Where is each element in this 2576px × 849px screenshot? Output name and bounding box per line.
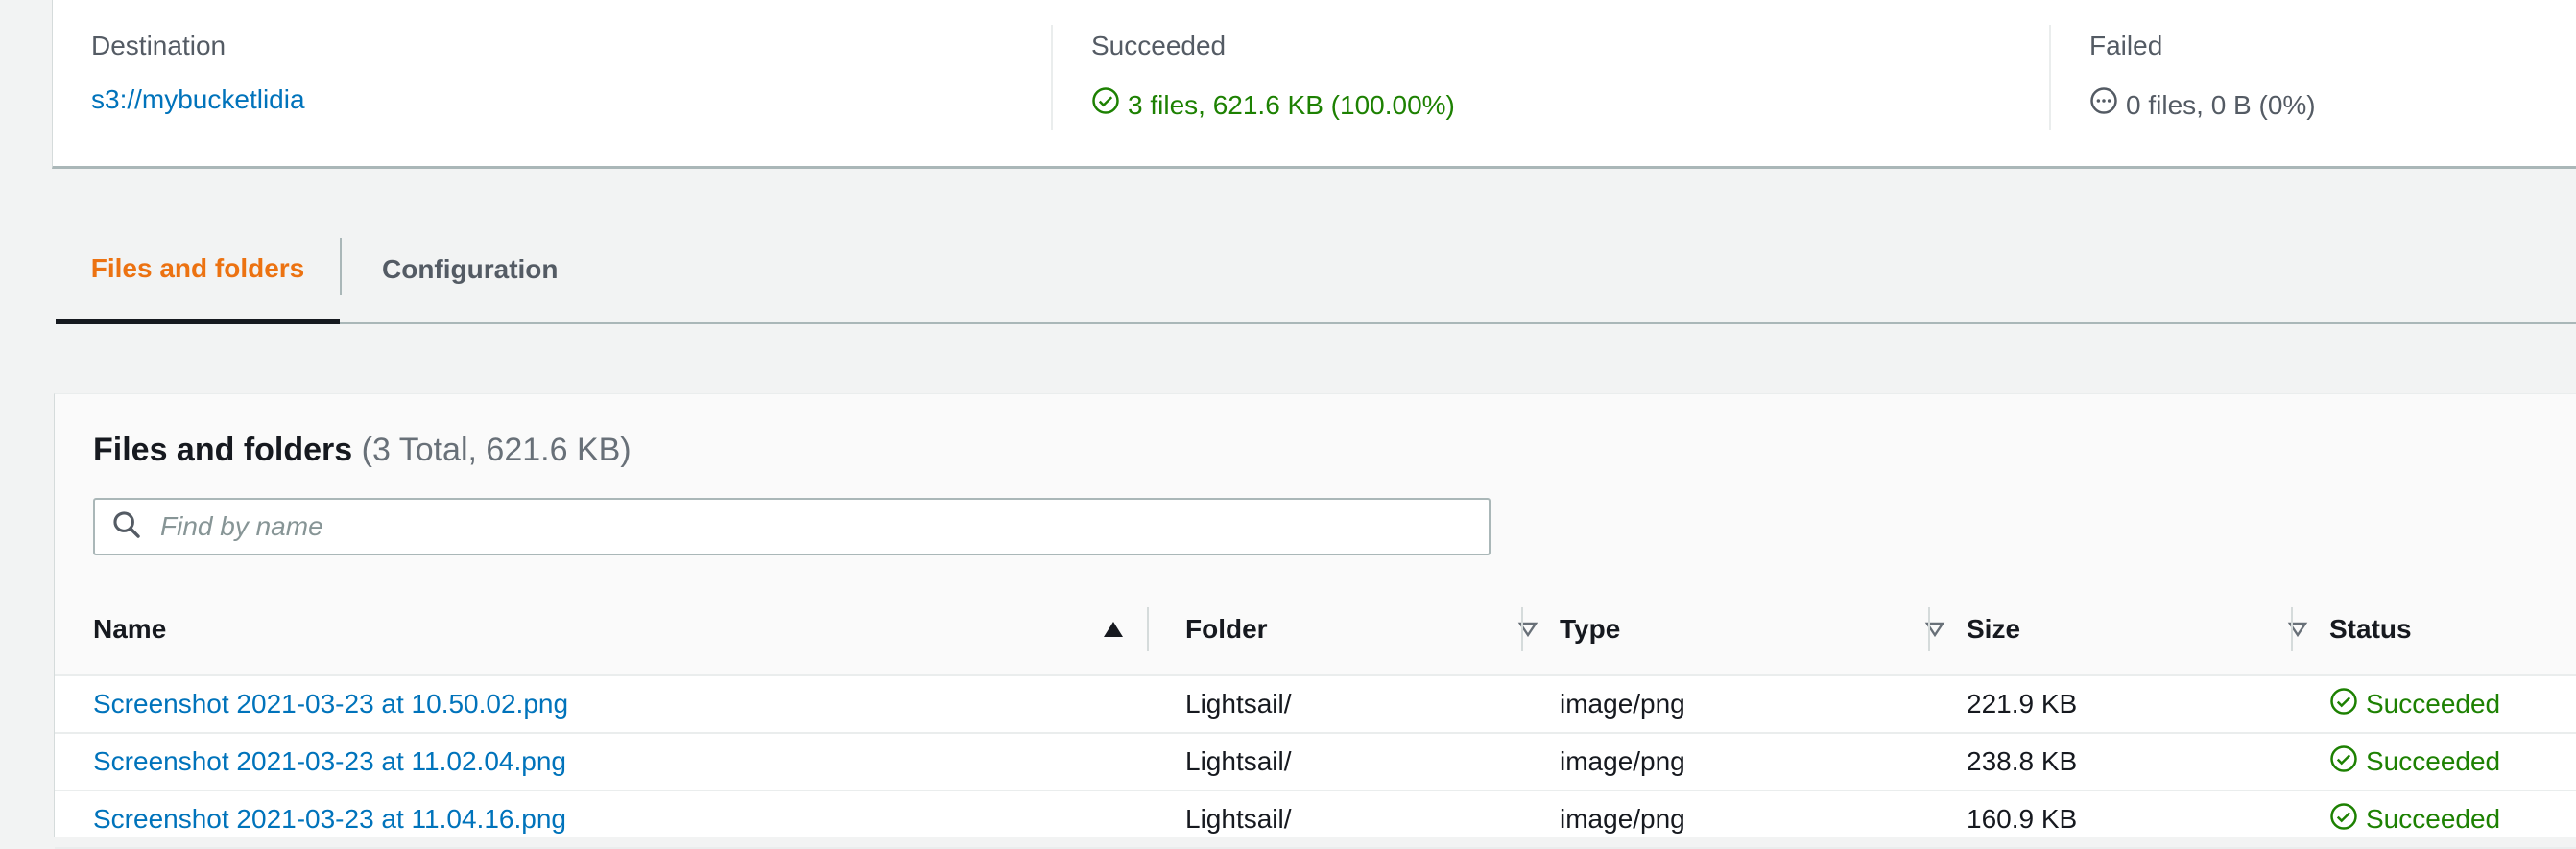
file-status: Succeeded (2329, 676, 2500, 732)
check-circle-icon (2329, 802, 2358, 837)
check-circle-icon (1091, 86, 1120, 124)
file-size: 238.8 KB (1967, 746, 2078, 776)
summary-panel: Destination s3://mybucketlidia Succeeded… (52, 0, 2576, 169)
file-size: 221.9 KB (1967, 689, 2078, 719)
file-type: image/png (1560, 804, 1685, 834)
column-divider (1521, 607, 1523, 651)
destination-link[interactable]: s3://mybucketlidia (91, 83, 305, 117)
file-name-link[interactable]: Screenshot 2021-03-23 at 11.04.16.png (93, 791, 566, 847)
files-panel: Files and folders (3 Total, 621.6 KB) Na… (54, 393, 2576, 849)
file-name-link[interactable]: Screenshot 2021-03-23 at 11.02.04.png (93, 734, 566, 790)
file-folder: Lightsail/ (1185, 746, 1292, 776)
files-panel-heading: Files and folders (93, 432, 353, 468)
check-circle-icon (2329, 744, 2358, 780)
search-box[interactable] (93, 498, 1491, 555)
succeeded-label: Succeeded (1091, 31, 1227, 60)
column-header-status[interactable]: Status (2329, 584, 2412, 674)
failed-value: 0 files, 0 B (0%) (2126, 89, 2316, 120)
failed-column: Failed 0 files, 0 B (0%) (2049, 25, 2316, 130)
file-status-label: Succeeded (2366, 746, 2501, 776)
column-divider (2291, 607, 2293, 651)
file-folder: Lightsail/ (1185, 689, 1292, 719)
file-type: image/png (1560, 689, 1685, 719)
files-panel-count: (3 Total, 621.6 KB) (361, 432, 632, 468)
table-header: Name Folder Type Size Status (55, 584, 2576, 676)
table-row: Screenshot 2021-03-23 at 10.50.02.png Li… (55, 676, 2576, 734)
tab-configuration[interactable]: Configuration (382, 217, 559, 322)
succeeded-value: 3 files, 621.6 KB (100.00%) (1128, 89, 1455, 120)
file-name-link[interactable]: Screenshot 2021-03-23 at 10.50.02.png (93, 676, 568, 732)
column-divider (1928, 607, 1930, 651)
destination-column: Destination s3://mybucketlidia (91, 29, 305, 134)
table-row: Screenshot 2021-03-23 at 11.04.16.png Li… (55, 791, 2576, 849)
column-header-type[interactable]: Type (1560, 584, 1620, 674)
column-header-size[interactable]: Size (1967, 584, 2020, 674)
column-header-folder[interactable]: Folder (1185, 584, 1268, 674)
file-status: Succeeded (2329, 734, 2500, 790)
file-status-label: Succeeded (2366, 804, 2501, 834)
table-row: Screenshot 2021-03-23 at 11.02.04.png Li… (55, 734, 2576, 791)
files-panel-header: Files and folders (3 Total, 621.6 KB) (55, 394, 2576, 585)
succeeded-status: 3 files, 621.6 KB (100.00%) (1091, 86, 1455, 124)
file-status: Succeeded (2329, 791, 2500, 847)
ellipsis-circle-icon (2089, 86, 2118, 124)
check-circle-icon (2329, 687, 2358, 722)
file-folder: Lightsail/ (1185, 804, 1292, 834)
file-status-label: Succeeded (2366, 689, 2501, 719)
failed-status: 0 files, 0 B (0%) (2089, 86, 2316, 124)
files-panel-title: Files and folders (3 Total, 621.6 KB) (93, 429, 632, 471)
tab-files-and-folders[interactable]: Files and folders (56, 217, 340, 324)
search-input[interactable] (158, 510, 1489, 543)
destination-label: Destination (91, 31, 227, 60)
tab-bar: Files and folders Configuration (56, 217, 2576, 324)
column-header-name[interactable]: Name (93, 584, 166, 674)
sort-ascending-icon[interactable] (1103, 584, 1124, 674)
succeeded-column: Succeeded 3 files, 621.6 KB (100.00%) (1051, 25, 1455, 130)
tab-divider (340, 238, 342, 295)
search-icon (95, 508, 143, 546)
failed-label: Failed (2089, 31, 2163, 60)
file-size: 160.9 KB (1967, 804, 2078, 834)
file-type: image/png (1560, 746, 1685, 776)
column-divider (1147, 607, 1149, 651)
